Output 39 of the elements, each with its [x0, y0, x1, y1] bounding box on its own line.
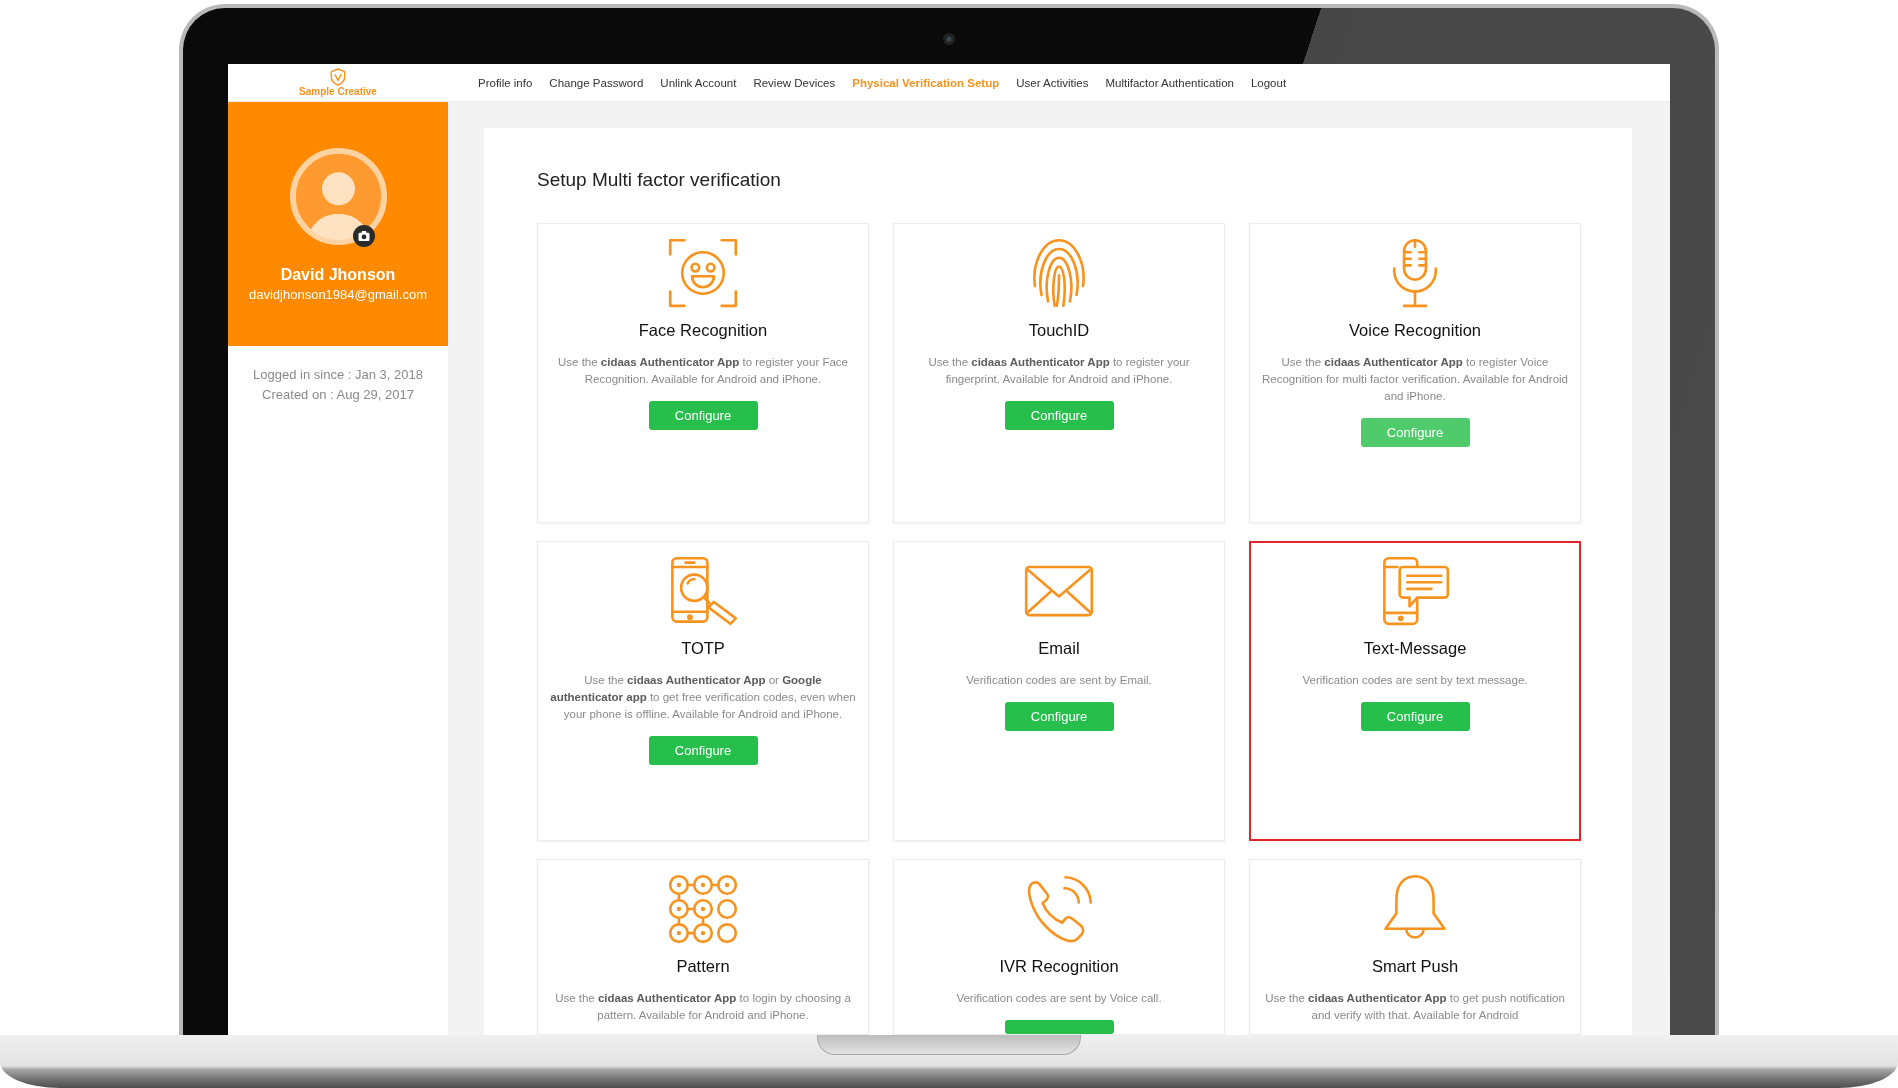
- card-description: Verification codes are sent by Voice call.: [956, 991, 1162, 1006]
- card-title: IVR Recognition: [999, 956, 1119, 977]
- card-title: Pattern: [676, 956, 730, 977]
- face-scan-icon: [668, 238, 738, 308]
- card-description: Use the cidaas Authenticator App to register your fingerprint. Available for Android and iPhone.: [927, 355, 1191, 387]
- nav-link[interactable]: Review Devices: [753, 76, 836, 89]
- nav-link[interactable]: Change Password: [549, 76, 644, 89]
- camera-icon[interactable]: [352, 225, 375, 247]
- card-description: Use the cidaas Authenticator App to get push notification and verify with that. Available for Android: [1264, 991, 1566, 1023]
- nav-link[interactable]: Unlink Account: [660, 76, 737, 89]
- nav-link[interactable]: User Activities: [1016, 76, 1089, 89]
- card-title: Face Recognition: [638, 320, 768, 341]
- nav-link[interactable]: Logout: [1250, 76, 1287, 89]
- card-title: TouchID: [1028, 320, 1090, 341]
- pattern-grid-icon: [668, 874, 738, 944]
- card-description: Use the cidaas Authenticator App or Google authenticator app to get free verification codes, even when your phone is offline. Available for Android and iPhone.: [549, 673, 857, 722]
- phone-magnifier-icon: [668, 556, 738, 626]
- card-description: Verification codes are sent by text message.: [1302, 673, 1528, 688]
- card-title: Text-Message: [1363, 638, 1467, 659]
- shield-logo-icon: [330, 67, 346, 86]
- card-description: Verification codes are sent by Email.: [966, 673, 1152, 688]
- card-title: TOTP: [681, 638, 725, 659]
- card-title: Voice Recognition: [1348, 320, 1482, 341]
- avatar-icon: [289, 148, 387, 245]
- login-date: Logged in since : Jan 3, 2018: [253, 366, 423, 384]
- card-title: Email: [1038, 638, 1080, 659]
- nav-link[interactable]: Multifactor Authentication: [1105, 76, 1234, 89]
- nav-link[interactable]: Profile info: [478, 76, 533, 89]
- page-title: Setup Multi factor verification: [537, 168, 781, 192]
- phone-chat-icon: [1380, 556, 1450, 626]
- user-email: davidjhonson1984@gmail.com: [249, 286, 427, 304]
- card-description: Use the cidaas Authenticator App to login by choosing a pattern. Available for Android and iPhone.: [554, 991, 852, 1023]
- webcam-icon: [943, 33, 955, 45]
- created-date: Created on : Aug 29, 2017: [262, 386, 414, 404]
- card-description: Use the cidaas Authenticator App to register your Face Recognition. Available for Android and iPhone.: [557, 355, 849, 387]
- card-description: Use the cidaas Authenticator App to register Voice Recognition for multi factor verification. Available for Android and iPhone.: [1261, 355, 1569, 404]
- card-title: Smart Push: [1371, 956, 1459, 977]
- user-name: David Jhonson: [280, 265, 396, 285]
- logo-text: Sample Creative: [299, 85, 377, 98]
